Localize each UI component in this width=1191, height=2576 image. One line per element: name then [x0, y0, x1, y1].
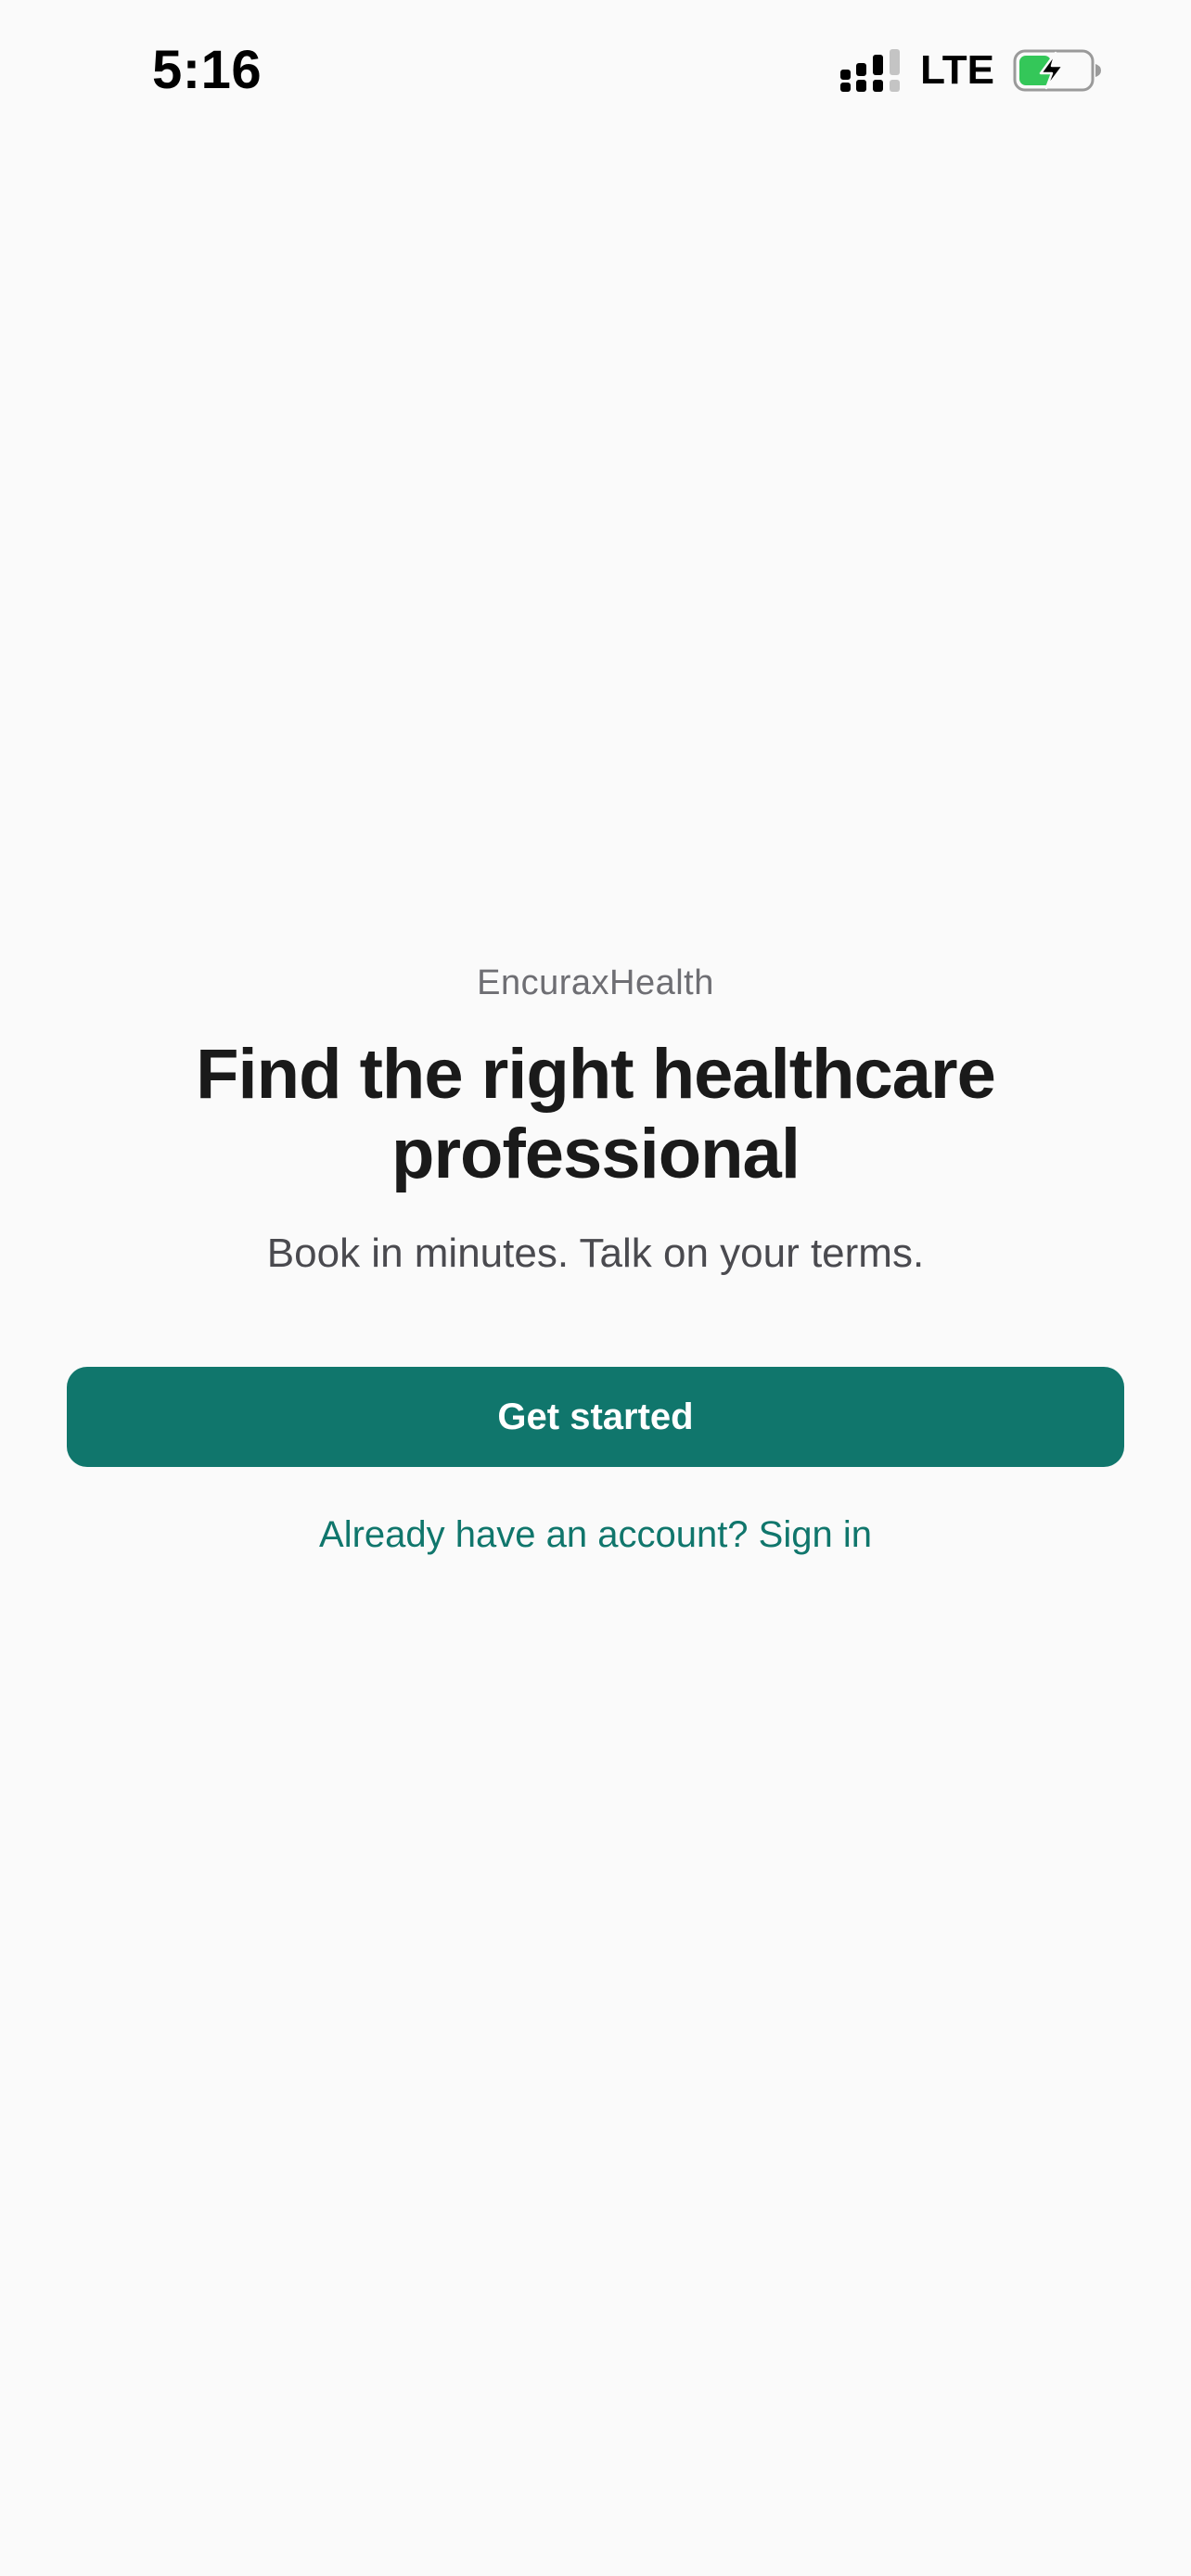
subheadline: Book in minutes. Talk on your terms. [266, 1231, 925, 1276]
brand-name: EncuraxHealth [477, 963, 714, 1002]
welcome-section: EncuraxHealth Find the right healthcare … [0, 955, 1191, 1282]
network-type-label: LTE [920, 47, 994, 93]
headline: Find the right healthcare professional [196, 1035, 996, 1193]
status-indicators: LTE [840, 45, 1102, 96]
sign-in-link[interactable]: Already have an account? Sign in [0, 1502, 1191, 1567]
get-started-button[interactable]: Get started [67, 1367, 1124, 1467]
status-bar: 5:16 LTE [0, 0, 1191, 139]
battery-charging-icon [1013, 49, 1101, 92]
status-time: 5:16 [152, 40, 263, 100]
signal-icon [840, 49, 901, 92]
